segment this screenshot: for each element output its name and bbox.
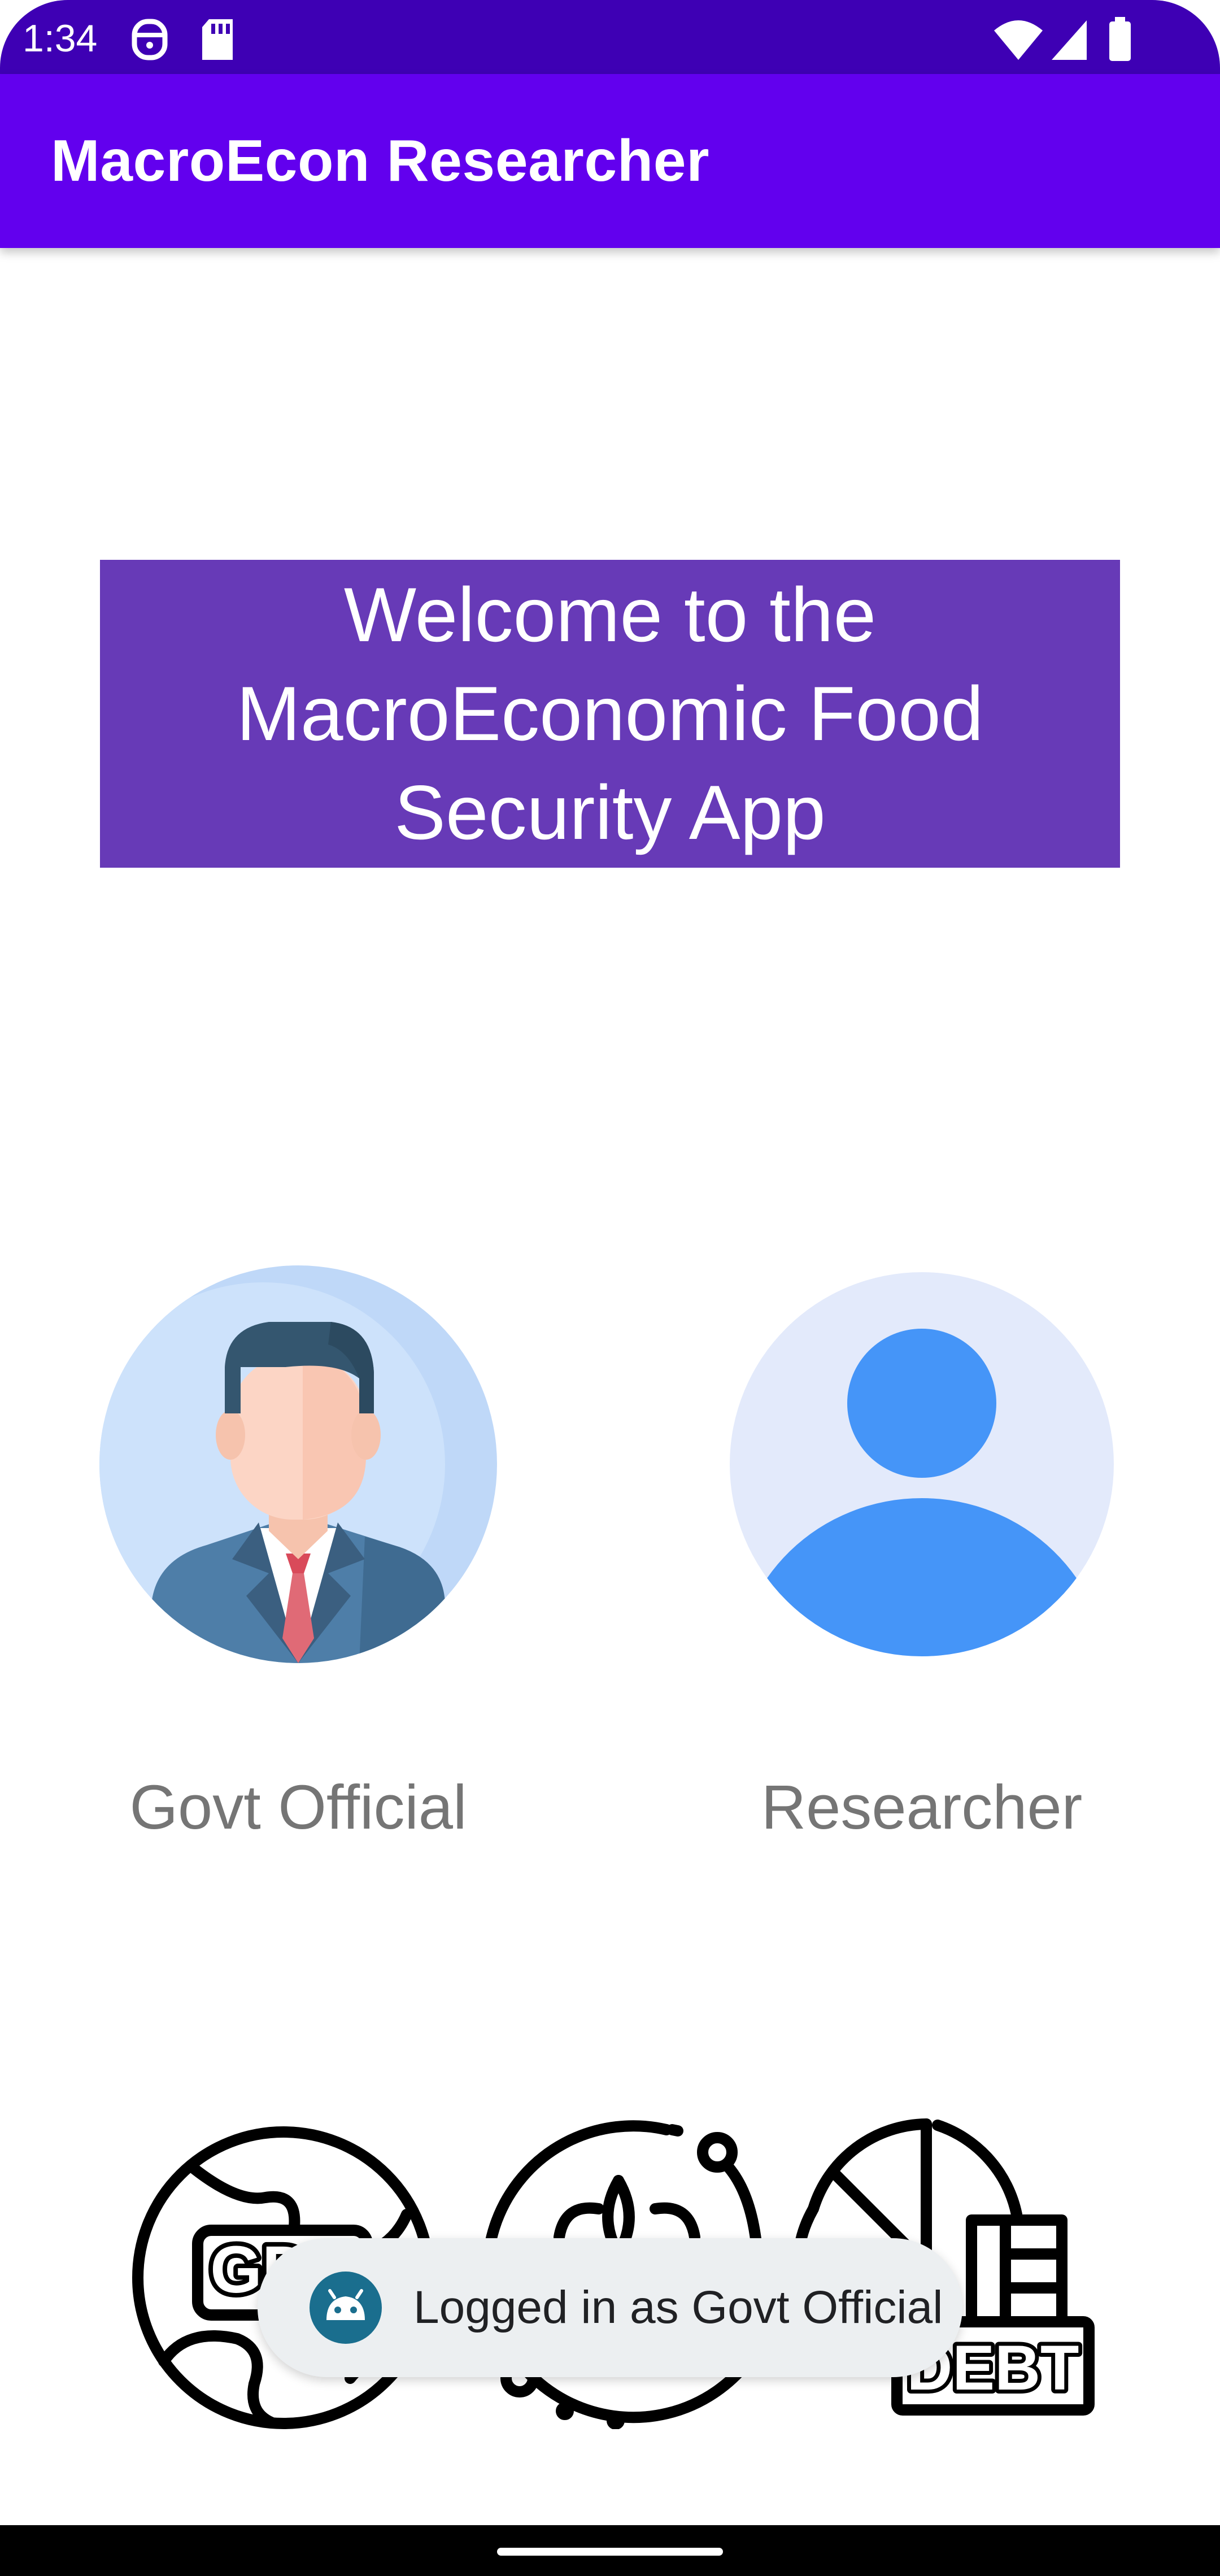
wifi-icon [994,20,1043,60]
face-icon [132,19,168,60]
welcome-text: Welcome to the MacroEconomic Food Securi… [236,572,984,855]
signal-icon [1052,20,1087,60]
sd-card-icon [202,19,233,60]
researcher-label[interactable]: Researcher [668,1771,1176,1844]
home-gesture-handle[interactable] [497,2548,723,2556]
screen: 1:34 MacroEcon Researcher Welcome to the [0,0,1220,2576]
govt-official-label[interactable]: Govt Official [44,1771,552,1844]
battery-icon [1109,17,1131,61]
app-title: MacroEcon Researcher [51,128,710,194]
app-bar: MacroEcon Researcher [0,74,1220,248]
govt-official-avatar-icon[interactable] [99,1265,497,1663]
android-icon [310,2272,382,2344]
status-time: 1:34 [23,17,98,60]
toast-message: Logged in as Govt Official [258,2238,962,2377]
researcher-avatar-icon[interactable] [730,1272,1114,1656]
status-bar: 1:34 [0,0,1220,74]
welcome-banner: Welcome to the MacroEconomic Food Securi… [100,560,1120,868]
toast-text: Logged in as Govt Official [413,2282,943,2333]
